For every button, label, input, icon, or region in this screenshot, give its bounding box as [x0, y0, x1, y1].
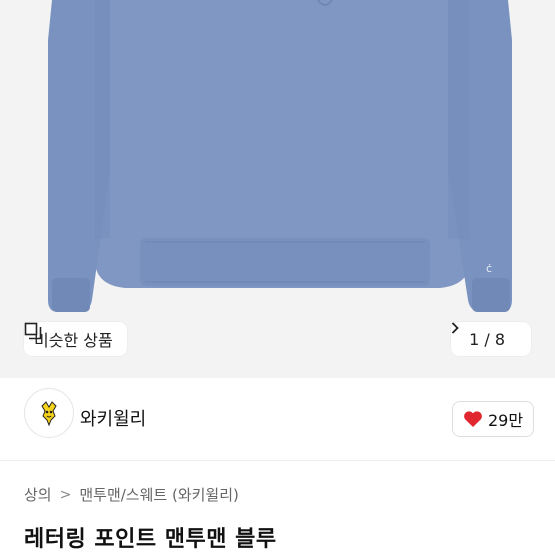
- heart-icon: [464, 411, 482, 427]
- image-counter-button[interactable]: 1 / 8: [451, 322, 531, 356]
- breadcrumb-subcategory[interactable]: 맨투맨/스웨트 (와키윌리): [79, 484, 239, 505]
- svg-text:ċ: ċ: [486, 262, 492, 275]
- breadcrumb-category[interactable]: 상의: [24, 484, 52, 505]
- breadcrumb: 상의 > 맨투맨/스웨트 (와키윌리): [24, 484, 239, 505]
- product-title: 레터링 포인트 맨투맨 블루: [24, 527, 277, 552]
- breadcrumb-separator: >: [59, 486, 72, 503]
- dog-logo-icon: [41, 401, 57, 427]
- like-count: 29만: [487, 411, 524, 430]
- like-button[interactable]: 29만: [452, 401, 534, 437]
- seller-name[interactable]: 와키윌리: [80, 405, 146, 431]
- product-image-gallery[interactable]: ċ 비슷한 상품 1 / 8: [0, 0, 555, 378]
- similar-items-icon: [24, 322, 42, 340]
- image-counter: 1 / 8: [469, 329, 505, 349]
- similar-items-label: 비슷한 상품: [34, 331, 113, 350]
- similar-items-button[interactable]: 비슷한 상품: [24, 322, 127, 356]
- seller-avatar[interactable]: [24, 388, 74, 438]
